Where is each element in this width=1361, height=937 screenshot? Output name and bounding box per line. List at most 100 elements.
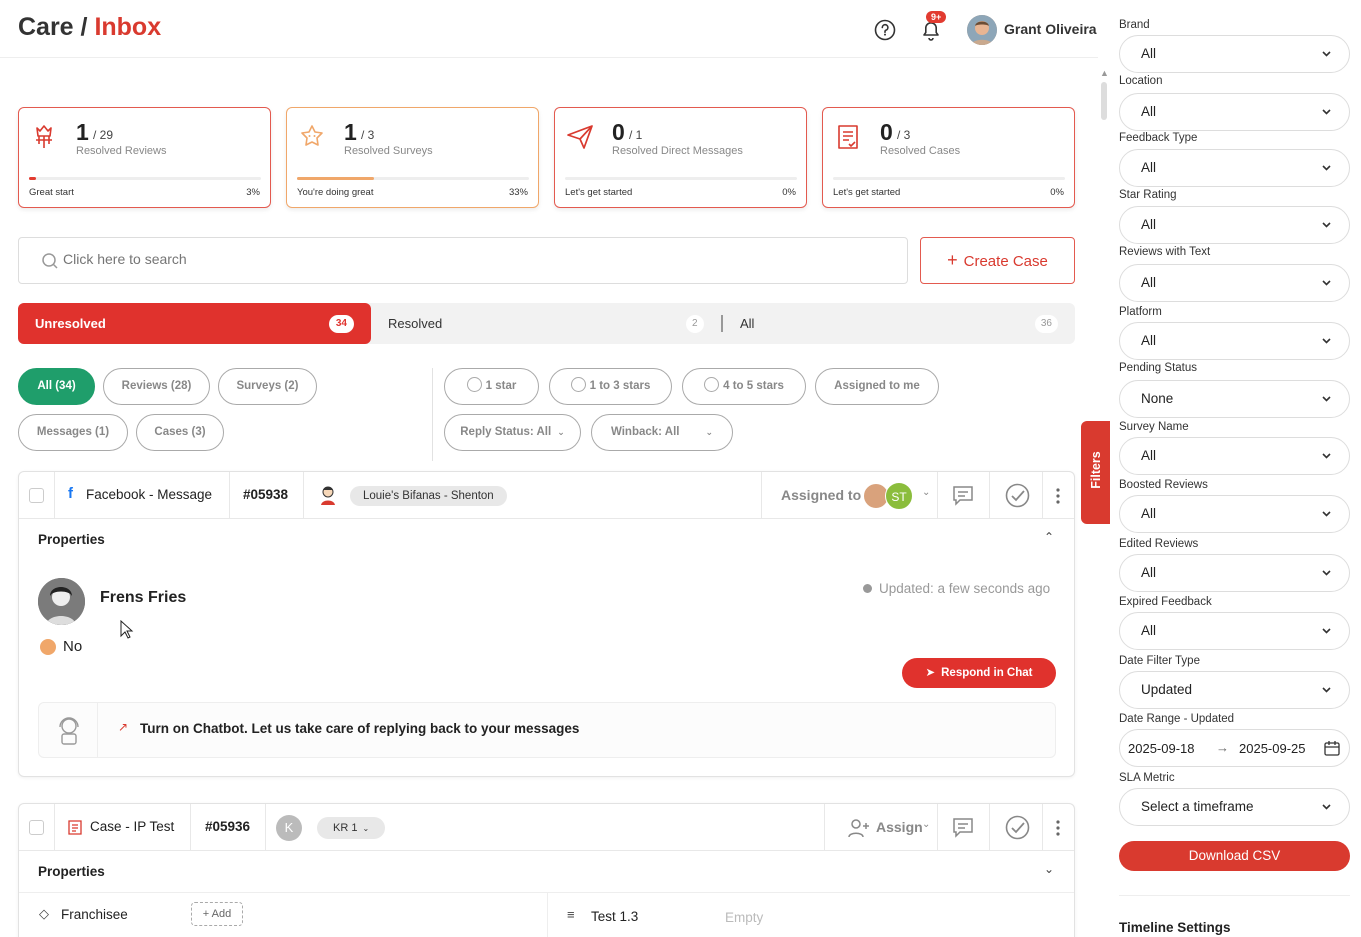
chip-all[interactable]: All (34) bbox=[18, 368, 95, 405]
sad-face-icon bbox=[466, 377, 482, 392]
comment-icon[interactable] bbox=[952, 484, 974, 506]
send-icon: ➤ bbox=[925, 667, 936, 679]
chip-winback[interactable]: Winback: All ⌄ bbox=[591, 414, 733, 451]
assignee-initials[interactable]: ST bbox=[885, 482, 913, 510]
filter-select-brand[interactable]: All bbox=[1119, 35, 1350, 73]
assign-label[interactable]: Assign bbox=[876, 819, 923, 835]
chip-label: 1 to 3 stars bbox=[589, 380, 651, 392]
download-csv-button[interactable]: Download CSV bbox=[1119, 841, 1350, 871]
conversation-card[interactable]: f Facebook - Message #05938 Louie's Bifa… bbox=[18, 471, 1075, 777]
scrollbar-thumb[interactable] bbox=[1101, 82, 1107, 120]
add-button[interactable]: + Add bbox=[191, 902, 243, 926]
stat-label: Resolved Direct Messages bbox=[612, 145, 743, 157]
chip-reviews[interactable]: Reviews (28) bbox=[103, 368, 210, 405]
arrow-right-icon: → bbox=[1216, 740, 1229, 755]
respond-in-chat-button[interactable]: ➤ Respond in Chat bbox=[902, 658, 1056, 688]
more-vertical-icon[interactable] bbox=[1055, 820, 1061, 836]
filter-select-boosted-reviews[interactable]: All bbox=[1119, 495, 1350, 533]
stat-progress-fill bbox=[297, 177, 374, 180]
chevron-down-icon bbox=[1322, 165, 1331, 171]
chevron-down-icon bbox=[1322, 687, 1331, 693]
chip-messages[interactable]: Messages (1) bbox=[18, 414, 128, 451]
filter-select-pending-status[interactable]: None bbox=[1119, 380, 1350, 418]
date-to[interactable]: 2025-09-25 bbox=[1239, 741, 1306, 756]
sla-select[interactable]: Select a timeframe bbox=[1119, 788, 1350, 826]
stat-count: 0 bbox=[612, 119, 625, 145]
filter-select-edited-reviews[interactable]: All bbox=[1119, 554, 1350, 592]
status-tabs: Unresolved 34 Resolved 2 All 36 bbox=[18, 303, 1075, 344]
select-checkbox[interactable] bbox=[29, 820, 44, 835]
conversation-card[interactable]: Case - IP Test #05936 K KR 1 ⌄ Assign ⌄ P… bbox=[18, 803, 1075, 937]
add-user-icon[interactable] bbox=[848, 818, 870, 838]
updated-time: Updated: a few seconds ago bbox=[879, 581, 1051, 596]
stat-count: 1 bbox=[76, 119, 89, 145]
filter-label-boosted-reviews: Boosted Reviews bbox=[1119, 479, 1208, 491]
chevron-down-icon[interactable]: ⌄ bbox=[1044, 862, 1054, 876]
filter-select-date-filter-type[interactable]: Updated bbox=[1119, 671, 1350, 709]
filter-label-brand: Brand bbox=[1119, 19, 1150, 31]
user-avatar[interactable] bbox=[967, 15, 997, 45]
filters-tab[interactable]: Filters bbox=[1081, 421, 1111, 524]
chip-cases[interactable]: Cases (3) bbox=[136, 414, 224, 451]
filter-select-survey-name[interactable]: All bbox=[1119, 437, 1350, 475]
resolve-check-icon[interactable] bbox=[1005, 483, 1030, 508]
resolve-check-icon[interactable] bbox=[1005, 815, 1030, 840]
select-checkbox[interactable] bbox=[29, 488, 44, 503]
filter-select-platform[interactable]: All bbox=[1119, 322, 1350, 360]
help-icon[interactable] bbox=[874, 19, 896, 41]
chevron-down-icon[interactable]: ⌄ bbox=[922, 819, 930, 830]
assigned-to-label[interactable]: Assigned to bbox=[781, 487, 861, 503]
title-prefix: Care / bbox=[18, 13, 88, 41]
filter-select-location[interactable]: All bbox=[1119, 93, 1350, 131]
more-vertical-icon[interactable] bbox=[1055, 488, 1061, 504]
date-from[interactable]: 2025-09-18 bbox=[1128, 741, 1195, 756]
create-case-label: Create Case bbox=[963, 253, 1048, 270]
timeline-settings-title: Timeline Settings bbox=[1119, 920, 1231, 935]
filter-select-feedback-type[interactable]: All bbox=[1119, 149, 1350, 187]
filter-select-star-rating[interactable]: All bbox=[1119, 206, 1350, 244]
main-content: Care / Inbox 9+ Grant Oliveira 1 / 29 Re… bbox=[0, 0, 1098, 937]
create-case-button[interactable]: + Create Case bbox=[920, 237, 1075, 284]
sad-face-icon bbox=[570, 377, 586, 392]
field-value[interactable]: Empty bbox=[725, 910, 763, 925]
chip-1-star[interactable]: 1 star bbox=[444, 368, 539, 405]
select-value: All bbox=[1141, 448, 1157, 463]
chip-4-to-5-stars[interactable]: 4 to 5 stars bbox=[682, 368, 806, 405]
tag-dropdown[interactable]: KR 1 ⌄ bbox=[317, 817, 386, 839]
chevron-down-icon bbox=[1322, 338, 1331, 344]
stat-percent: 0% bbox=[782, 187, 796, 198]
stat-label: Resolved Cases bbox=[880, 145, 961, 157]
search-input[interactable] bbox=[63, 251, 863, 267]
stat-progress bbox=[565, 177, 797, 180]
filter-select-reviews-with-text[interactable]: All bbox=[1119, 264, 1350, 302]
page-title: Care / Inbox bbox=[18, 13, 161, 42]
chip-reply-status[interactable]: Reply Status: All ⌄ bbox=[444, 414, 581, 451]
chatbot-banner[interactable]: ↗ Turn on Chatbot. Let us take care of r… bbox=[38, 702, 1056, 758]
chevron-up-icon[interactable]: ⌃ bbox=[1044, 530, 1054, 544]
chevron-down-icon bbox=[1322, 453, 1331, 459]
header-divider bbox=[229, 472, 230, 519]
filter-select-expired-feedback[interactable]: All bbox=[1119, 612, 1350, 650]
sad-emoji-icon bbox=[40, 639, 56, 655]
chip-assigned-to-me[interactable]: Assigned to me bbox=[815, 368, 939, 405]
date-range-picker[interactable]: 2025-09-18 → 2025-09-25 bbox=[1119, 729, 1350, 767]
tab-resolved[interactable]: Resolved 2 bbox=[388, 303, 708, 344]
stat-percent: 3% bbox=[246, 187, 260, 198]
arrow-up-right-icon: ↗ bbox=[118, 720, 129, 734]
chip-surveys[interactable]: Surveys (2) bbox=[218, 368, 317, 405]
location-logo-icon bbox=[321, 486, 335, 505]
calendar-icon[interactable] bbox=[1324, 740, 1340, 756]
user-name[interactable]: Grant Oliveira bbox=[1004, 21, 1097, 37]
header-divider bbox=[989, 472, 990, 519]
chevron-down-icon[interactable]: ⌄ bbox=[922, 487, 930, 498]
chip-1-to-3-stars[interactable]: 1 to 3 stars bbox=[549, 368, 672, 405]
filter-label-location: Location bbox=[1119, 75, 1163, 87]
search-box[interactable] bbox=[18, 237, 908, 284]
comment-icon[interactable] bbox=[952, 816, 974, 838]
scroll-up-icon[interactable]: ▲ bbox=[1100, 68, 1109, 78]
smile-face-icon bbox=[704, 377, 720, 392]
select-value: All bbox=[1141, 333, 1157, 348]
tab-unresolved[interactable]: Unresolved 34 bbox=[18, 303, 371, 344]
tab-all[interactable]: All 36 bbox=[740, 303, 1060, 344]
stat-progress-fill bbox=[29, 177, 36, 180]
